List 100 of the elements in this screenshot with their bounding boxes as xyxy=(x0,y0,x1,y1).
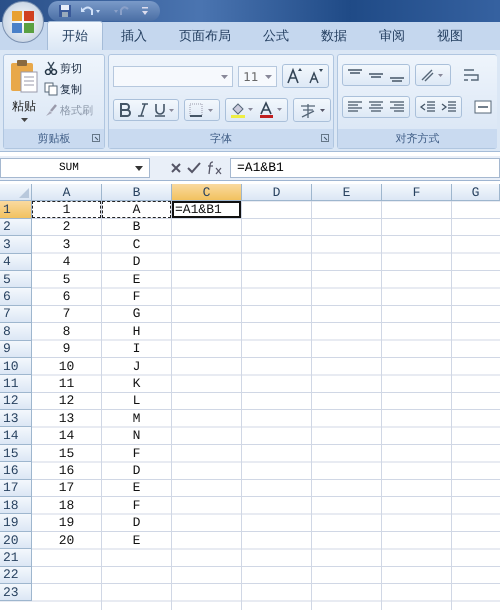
table-cell-text: 11 xyxy=(58,375,76,392)
scissors-icon xyxy=(44,61,58,75)
table-cell-text: I xyxy=(132,340,142,357)
row-header[interactable]: 5 xyxy=(0,270,32,288)
table-cell-text: E xyxy=(132,270,142,288)
table-cell-text: K xyxy=(132,375,142,392)
copy-button[interactable]: 复制 xyxy=(44,80,93,98)
undo-icon[interactable] xyxy=(80,4,102,18)
dialog-launcher-icon[interactable] xyxy=(321,134,329,142)
row-header[interactable]: 10 xyxy=(0,358,32,376)
table-cell-text: F xyxy=(132,288,142,305)
row-header[interactable]: 20 xyxy=(0,532,32,550)
table-cell-text: 15 xyxy=(58,444,76,462)
table-cell: A xyxy=(102,201,171,218)
grow-font-icon[interactable] xyxy=(286,67,304,85)
fill-color-icon[interactable] xyxy=(229,101,255,119)
row-header[interactable]: 11 xyxy=(0,375,32,393)
column-header[interactable]: G xyxy=(452,184,500,202)
merge-cells-icon[interactable] xyxy=(473,99,493,115)
customize-icon[interactable] xyxy=(140,5,150,17)
save-icon[interactable] xyxy=(58,4,72,18)
row-header[interactable]: 18 xyxy=(0,497,32,514)
ribbon-tab[interactable]: 公式 xyxy=(249,22,303,50)
column-header[interactable]: D xyxy=(242,184,312,202)
shrink-font-icon[interactable] xyxy=(307,67,325,85)
row-header[interactable]: 9 xyxy=(0,340,32,358)
table-cell-text: 9 xyxy=(62,340,72,357)
dropdown-arrow-icon xyxy=(265,74,272,78)
table-cell-text: B xyxy=(132,218,142,236)
name-box[interactable]: SUM xyxy=(0,158,150,178)
ribbon-tab[interactable]: 视图 xyxy=(423,22,477,50)
dialog-launcher-icon[interactable] xyxy=(92,134,100,142)
ribbon-tab[interactable]: 审阅 xyxy=(365,22,419,50)
row-header[interactable]: 19 xyxy=(0,514,32,532)
table-cell-text: 18 xyxy=(58,497,76,514)
group-label: 剪贴板 xyxy=(38,131,70,146)
ribbon-tab[interactable]: 页面布局 xyxy=(165,22,245,50)
row-header[interactable]: 7 xyxy=(0,306,32,324)
row-header[interactable]: 4 xyxy=(0,254,32,271)
table-cell-text: 19 xyxy=(58,514,76,531)
copy-icon xyxy=(44,82,58,96)
table-cell-text: 12 xyxy=(58,392,76,410)
border-icon[interactable] xyxy=(188,102,216,118)
row-header[interactable]: 12 xyxy=(0,392,32,410)
bold-icon[interactable] xyxy=(117,102,133,118)
office-logo-icon xyxy=(10,9,36,35)
function-icon[interactable] xyxy=(206,161,224,175)
underline-icon[interactable] xyxy=(153,102,175,118)
table-cell-text: E xyxy=(132,532,142,548)
row-header[interactable]: 21 xyxy=(0,549,32,567)
ribbon-tab[interactable]: 插入 xyxy=(107,22,161,50)
row-header[interactable]: 22 xyxy=(0,566,32,584)
row-header[interactable]: 17 xyxy=(0,480,32,498)
cell-editor[interactable]: =A1&B1 xyxy=(172,201,241,218)
row-header[interactable]: 14 xyxy=(0,427,32,445)
font-size-field[interactable]: 11 xyxy=(238,66,277,86)
column-header[interactable]: C xyxy=(172,184,242,202)
table-cell-text: 2 xyxy=(62,218,72,236)
font-color-icon[interactable] xyxy=(258,101,284,119)
table-cell-text: 7 xyxy=(62,306,72,322)
table-cell-text: 14 xyxy=(58,427,76,444)
table-cell-text: 4 xyxy=(62,254,72,270)
row-header[interactable]: 15 xyxy=(0,444,32,462)
row-header[interactable]: 23 xyxy=(0,584,32,602)
table-cell-text: D xyxy=(132,514,142,531)
table-cell-text: 8 xyxy=(62,323,72,340)
table-cell-text: 10 xyxy=(58,358,76,374)
row-header[interactable]: 3 xyxy=(0,236,32,254)
ribbon-tab[interactable]: 开始 xyxy=(47,21,103,50)
table-cell-text: C xyxy=(132,236,142,253)
table-cell-text: 6 xyxy=(62,288,72,305)
table-cell-text: 13 xyxy=(58,410,76,426)
table-cell-text: F xyxy=(132,444,142,462)
table-cell-text: 5 xyxy=(62,270,72,288)
row-header[interactable]: 6 xyxy=(0,288,32,306)
table-cell-text: D xyxy=(132,254,142,270)
column-header[interactable]: B xyxy=(102,184,172,202)
column-header[interactable]: A xyxy=(32,184,102,202)
cut-button[interactable]: 剪切 xyxy=(44,59,93,77)
row-header[interactable]: 13 xyxy=(0,410,32,428)
clipboard-icon xyxy=(9,59,39,95)
italic-icon[interactable] xyxy=(136,102,150,118)
row-header[interactable]: 8 xyxy=(0,323,32,341)
column-header[interactable]: E xyxy=(312,184,382,202)
check-icon[interactable] xyxy=(187,162,201,174)
table-cell-text: E xyxy=(132,480,142,496)
table-cell-text: 20 xyxy=(58,532,76,548)
column-header[interactable]: F xyxy=(382,184,452,202)
formula-field[interactable]: =A1&B1 xyxy=(230,158,500,178)
group-label: 对齐方式 xyxy=(396,131,440,146)
dropdown-arrow-icon xyxy=(135,166,143,170)
ribbon-tab[interactable]: 数据 xyxy=(307,22,361,50)
font-name-field[interactable] xyxy=(113,66,234,86)
cancel-icon[interactable] xyxy=(170,162,182,174)
table-cell-text: H xyxy=(132,323,142,340)
paste-button[interactable]: 粘贴 xyxy=(8,59,40,125)
row-header[interactable]: 1 xyxy=(0,201,32,219)
row-header[interactable]: 16 xyxy=(0,462,32,480)
office-button[interactable] xyxy=(2,1,44,43)
row-header[interactable]: 2 xyxy=(0,218,32,236)
